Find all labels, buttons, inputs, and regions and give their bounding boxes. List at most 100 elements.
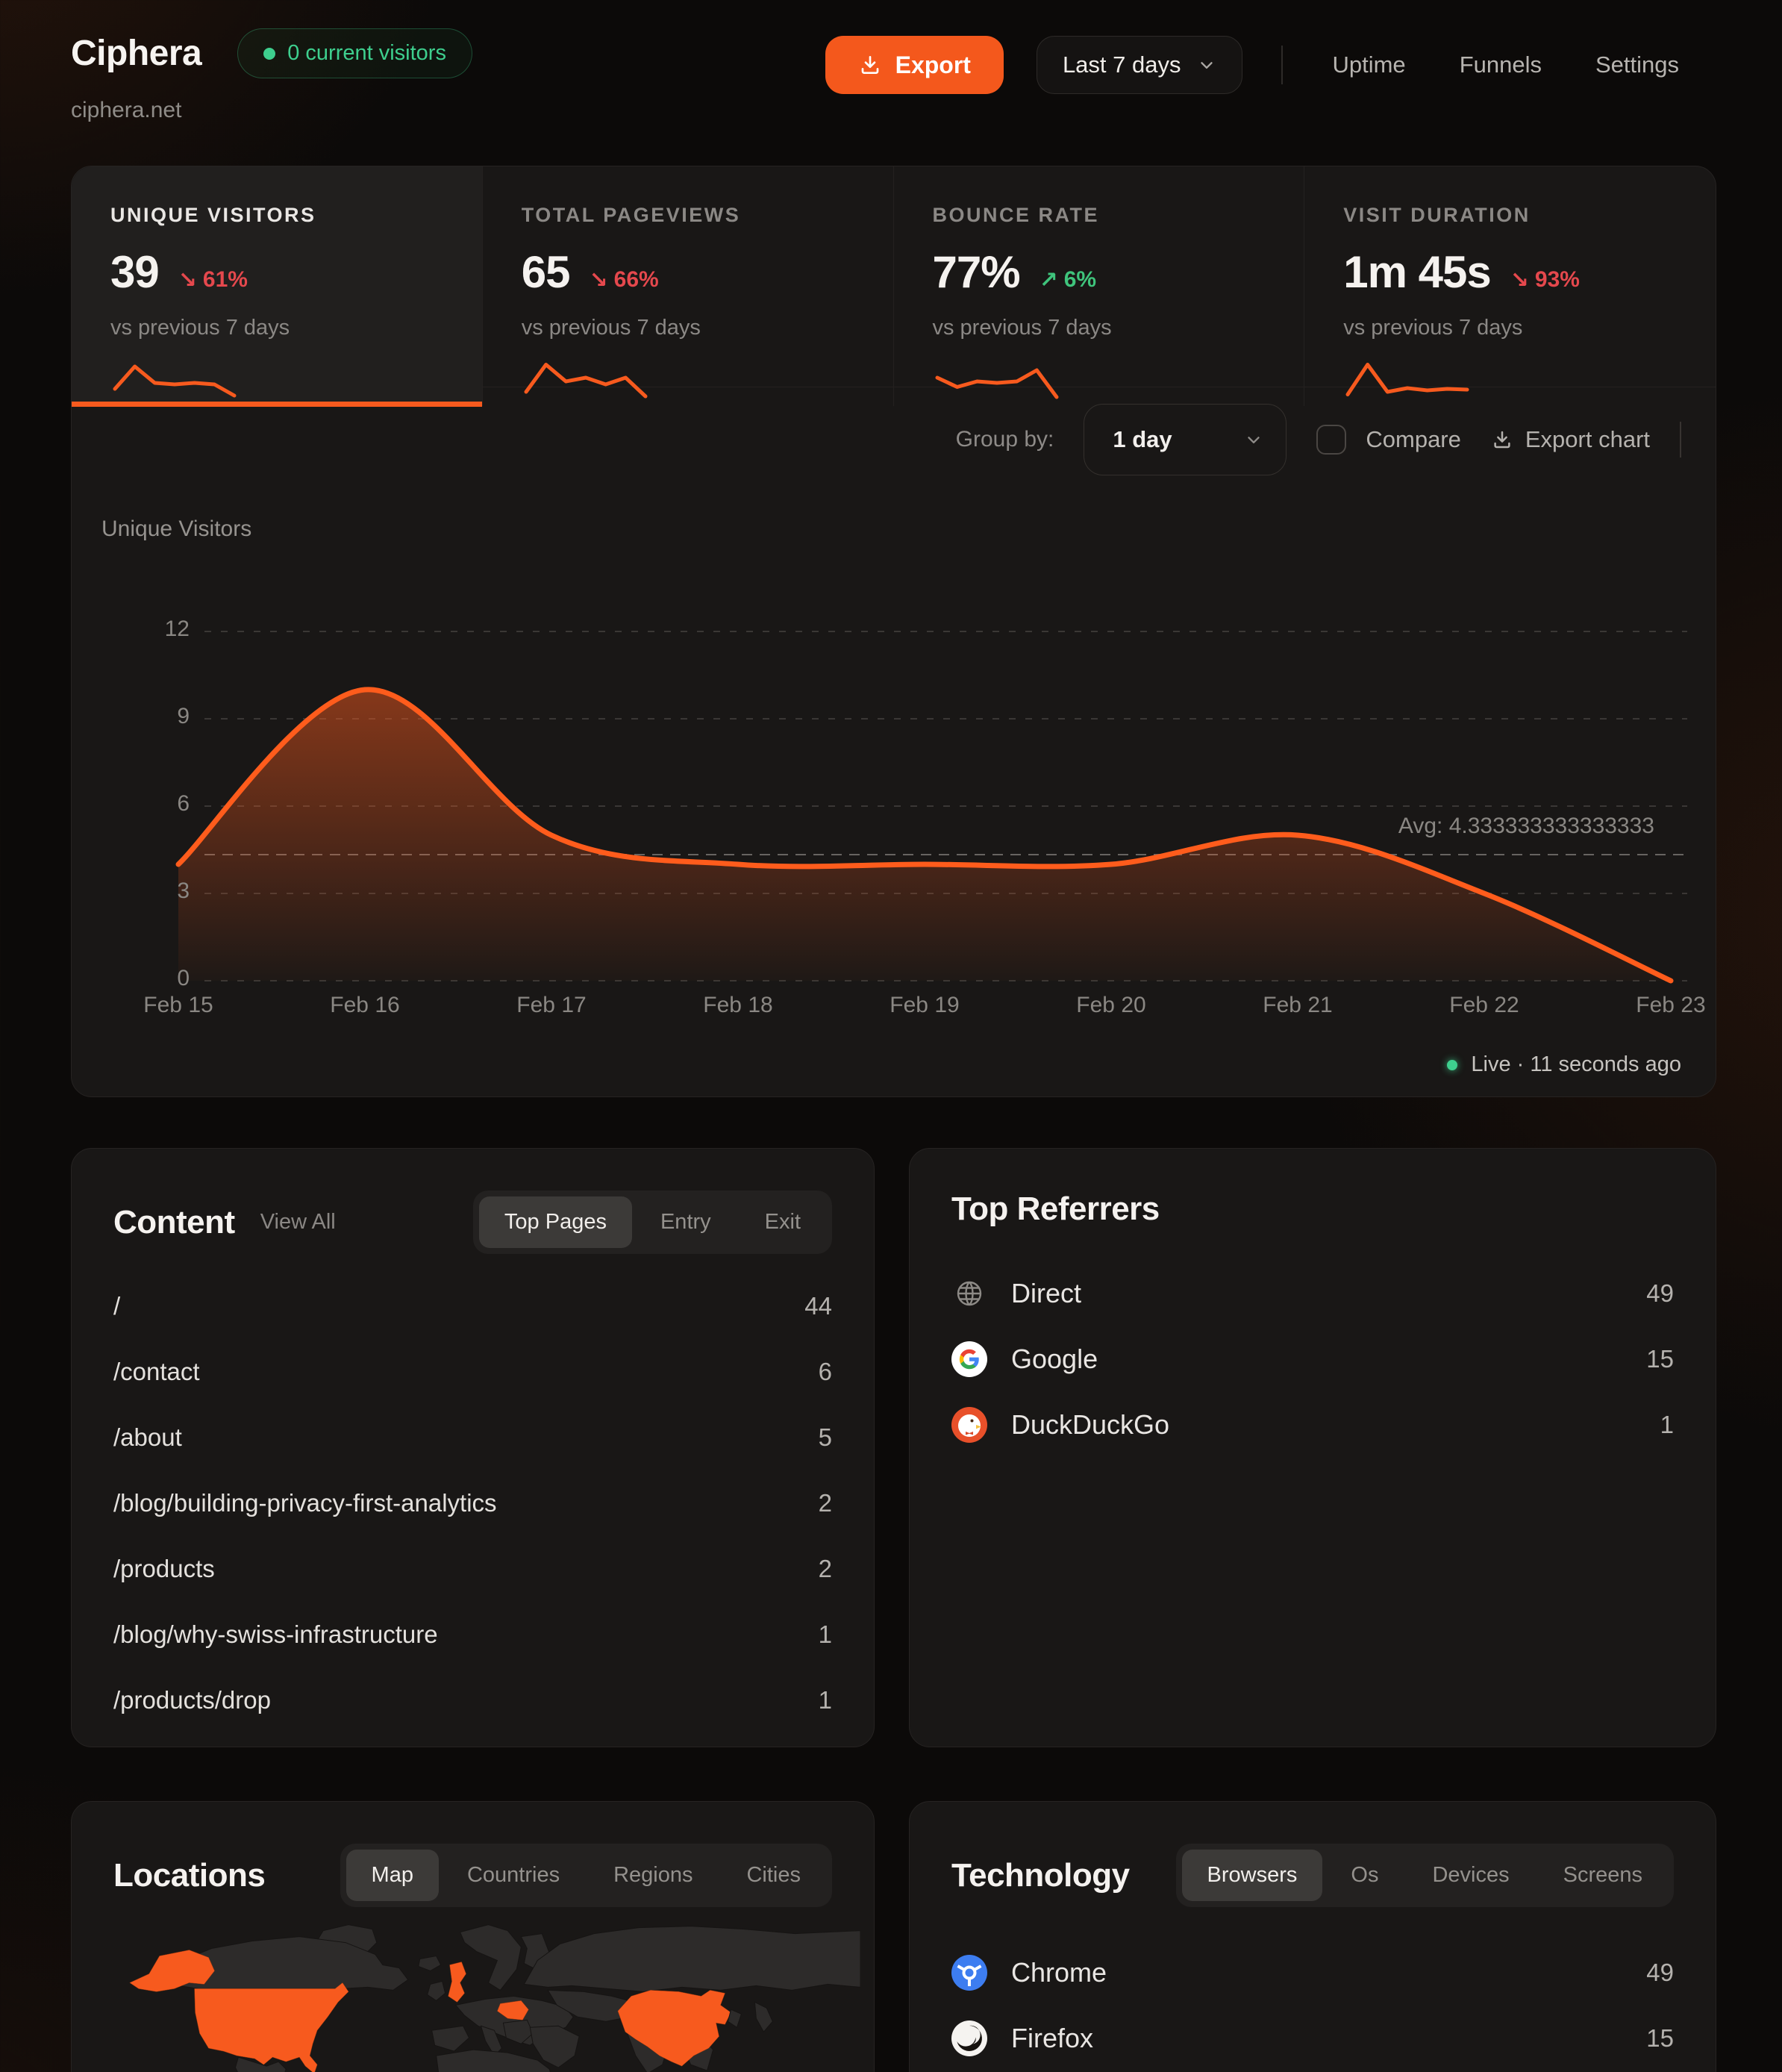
compare-checkbox[interactable] [1316,425,1346,455]
page-row[interactable]: /about5 [113,1405,832,1470]
unique-visitors-area-chart [101,506,1687,1029]
main-chart[interactable]: Unique Visitors Avg: 4.333333333333333 0… [101,506,1687,1029]
tab-screens[interactable]: Screens [1538,1850,1668,1901]
browser-row[interactable]: Firefox 15 [951,2006,1674,2071]
group-by-label: Group by: [956,427,1054,452]
world-map[interactable] [87,1921,860,2072]
top-header: Ciphera 0 current visitors ciphera.net E… [71,28,1689,123]
chart-controls: Group by: 1 day Compare Export chart [956,404,1681,475]
map-country-china[interactable] [618,1990,731,2066]
stat-unique-visitors[interactable]: UNIQUE VISITORS 39 ↘61% vs previous 7 da… [72,166,483,406]
page-row[interactable]: /blog/building-privacy-first-analytics2 [113,1470,832,1536]
globe-icon [951,1276,987,1311]
controls-divider [1680,422,1681,458]
y-axis-tick: 3 [115,879,190,904]
analytics-card: UNIQUE VISITORS 39 ↘61% vs previous 7 da… [71,166,1716,1097]
map-iberia [432,2026,469,2051]
x-axis-tick: Feb 20 [1029,993,1193,1018]
tab-browsers[interactable]: Browsers [1182,1850,1323,1901]
browsers-list: Chrome 49 Firefox 15 [910,1940,1716,2072]
nav-uptime[interactable]: Uptime [1322,44,1416,86]
x-axis-tick: Feb 19 [842,993,1007,1018]
date-range-dropdown[interactable]: Last 7 days [1037,36,1243,94]
tab-entry[interactable]: Entry [635,1196,737,1248]
header-divider [1281,46,1283,84]
current-visitors-label: 0 current visitors [287,41,446,66]
tab-cities[interactable]: Cities [721,1850,826,1901]
referrer-row[interactable]: Direct 49 [951,1261,1674,1326]
stat-value: 1m 45s [1343,246,1491,298]
page-row[interactable]: /44 [113,1273,832,1339]
locations-title: Locations [113,1857,265,1894]
x-axis-tick: Feb 16 [283,993,447,1018]
referrer-row[interactable]: Google 15 [951,1326,1674,1392]
tab-os[interactable]: Os [1325,1850,1404,1901]
duckduckgo-icon [951,1407,987,1443]
referrers-title: Top Referrers [951,1191,1160,1228]
export-chart-button[interactable]: Export chart [1491,426,1650,453]
stat-value: 39 [110,246,159,298]
content-title: Content [113,1204,235,1241]
y-axis-tick: 6 [115,791,190,817]
referrers-list: Direct 49 Google 15 [910,1261,1716,1458]
stat-value: 65 [522,246,570,298]
stat-value: 77% [933,246,1020,298]
map-country-usa[interactable] [195,1982,348,2072]
stat-bounce-rate[interactable]: BOUNCE RATE 77% ↗6% vs previous 7 days [894,166,1305,406]
download-icon [858,53,882,77]
map-korea [728,2009,742,2027]
stat-change-badge: ↘66% [590,267,659,293]
stats-row: UNIQUE VISITORS 39 ↘61% vs previous 7 da… [72,166,1716,387]
locations-card: Locations Map Countries Regions Cities [71,1801,875,2072]
stat-note: vs previous 7 days [1343,316,1716,340]
x-axis-tick: Feb 23 [1589,993,1753,1018]
page-row[interactable]: /contact6 [113,1339,832,1405]
browser-row[interactable]: Chrome 49 [951,1940,1674,2006]
tab-countries[interactable]: Countries [442,1850,585,1901]
stat-change-badge: ↘93% [1510,267,1580,293]
live-dot-icon [1447,1060,1457,1070]
map-country-uk[interactable] [448,1962,466,2003]
tab-exit[interactable]: Exit [740,1196,826,1248]
y-axis-tick: 9 [115,704,190,729]
download-icon [1491,428,1513,451]
export-button[interactable]: Export [825,36,1004,94]
tab-top-pages[interactable]: Top Pages [479,1196,632,1248]
referrer-row[interactable]: DuckDuckGo 1 [951,1392,1674,1458]
technology-card: Technology Browsers Os Devices Screens C… [909,1801,1716,2072]
nav-funnels[interactable]: Funnels [1449,44,1552,86]
y-axis-tick: 0 [115,966,190,991]
view-all-link[interactable]: View All [260,1210,336,1235]
stat-change-badge: ↘61% [178,267,248,293]
group-by-value: 1 day [1113,426,1172,453]
technology-title: Technology [951,1857,1130,1894]
tab-devices[interactable]: Devices [1407,1850,1534,1901]
google-icon [951,1341,987,1377]
sparkline-chart [110,357,239,406]
map-iceland [419,1956,441,1971]
content-tabs: Top Pages Entry Exit [473,1191,832,1254]
stat-visit-duration[interactable]: VISIT DURATION 1m 45s ↘93% vs previous 7… [1304,166,1716,406]
world-map-svg [87,1921,860,2072]
compare-label: Compare [1366,426,1461,453]
map-scandinavia [460,1925,522,1991]
x-axis-tick: Feb 18 [656,993,820,1018]
map-russia [524,1926,860,1992]
x-axis-tick: Feb 21 [1216,993,1380,1018]
nav-settings[interactable]: Settings [1585,44,1689,86]
x-axis-tick: Feb 15 [96,993,260,1018]
chrome-icon [951,1955,987,1991]
current-visitors-badge: 0 current visitors [237,28,472,78]
page-row[interactable]: /blog/why-swiss-infrastructure1 [113,1602,832,1667]
page-row[interactable]: /products/drop1 [113,1667,832,1733]
stat-total-pageviews[interactable]: TOTAL PAGEVIEWS 65 ↘66% vs previous 7 da… [483,166,894,406]
page-row[interactable]: /products2 [113,1536,832,1602]
sparkline-chart [933,357,1061,406]
sparkline-chart [1343,357,1472,406]
tab-regions[interactable]: Regions [588,1850,718,1901]
stat-change-badge: ↗6% [1040,267,1097,293]
export-label: Export [895,52,971,79]
group-by-dropdown[interactable]: 1 day [1084,404,1287,475]
tab-map[interactable]: Map [346,1850,439,1901]
chart-average-label: Avg: 4.333333333333333 [1398,814,1654,839]
